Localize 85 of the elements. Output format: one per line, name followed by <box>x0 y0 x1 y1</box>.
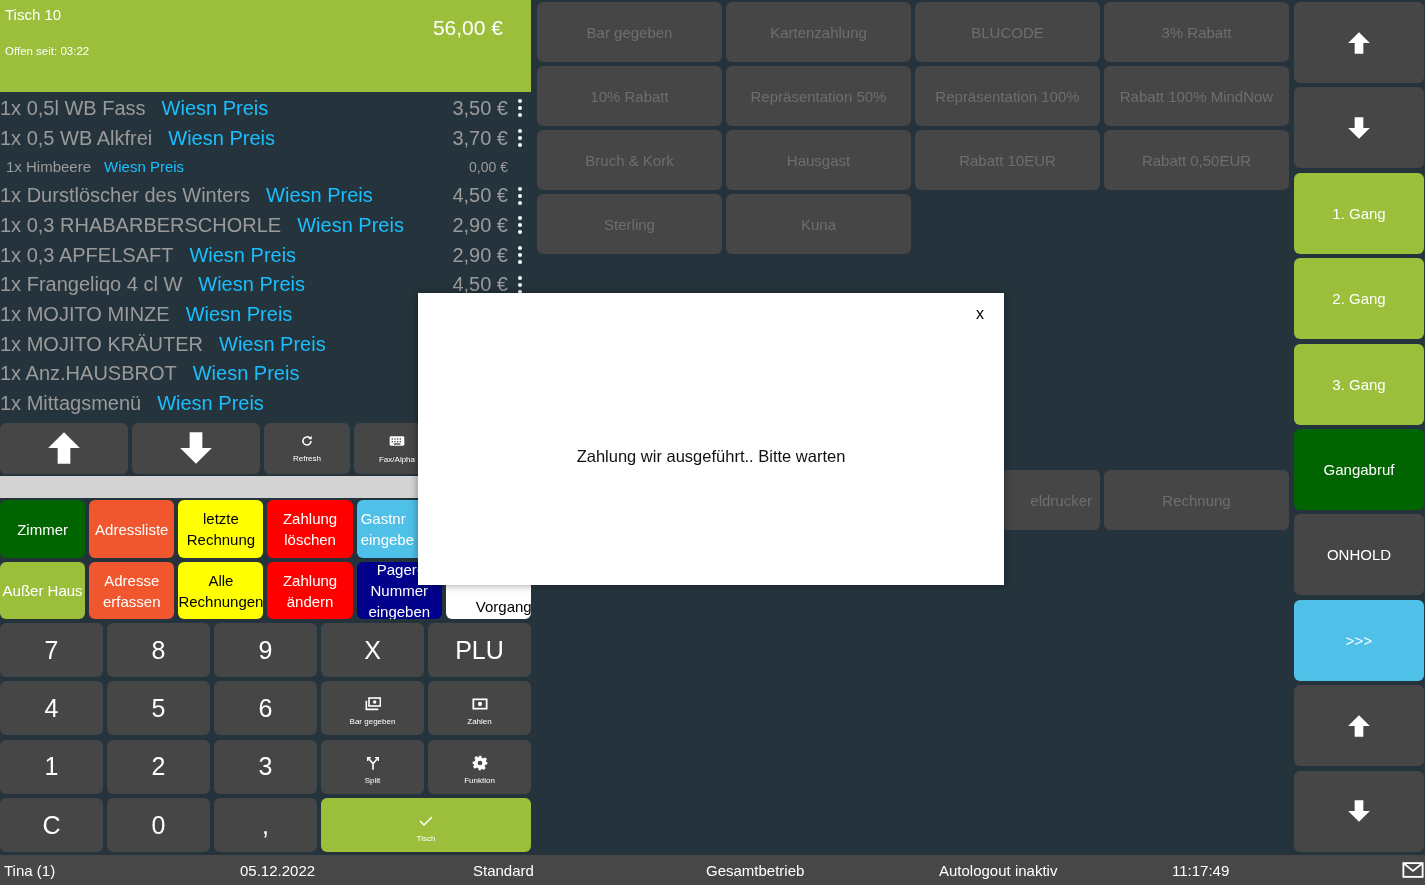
refresh-button[interactable]: Refresh <box>264 422 350 475</box>
keypad-key[interactable]: X <box>321 623 424 678</box>
function-button[interactable]: Zahlung löschen <box>267 500 353 559</box>
keypad-key[interactable]: , <box>214 798 317 852</box>
scroll-down-button[interactable] <box>132 422 260 475</box>
function-button[interactable]: Adressliste <box>89 500 175 559</box>
price-tag: Wiesn Preis <box>168 126 275 150</box>
item-name[interactable]: 1x Himbeere <box>6 158 92 176</box>
price-tag: Wiesn Preis <box>219 332 326 356</box>
item-name[interactable]: 1x 0,5 WB Alkfrei <box>0 126 153 150</box>
clock-time: 11:17:49 <box>1172 861 1231 879</box>
function-button[interactable]: Zahlung ändern <box>267 562 353 620</box>
keypad-key[interactable]: PLU <box>428 623 531 678</box>
pay-button[interactable]: Zahlen <box>428 681 531 736</box>
arrow-down-icon <box>1346 798 1372 824</box>
item-price: 3,70 € <box>452 126 508 150</box>
scroll-up-button[interactable] <box>0 422 128 475</box>
keypad-key[interactable]: C <box>0 798 103 852</box>
area-text: Gesamtbetrieb <box>706 861 806 879</box>
item-price: 4,50 € <box>452 273 508 297</box>
keypad-key[interactable]: 4 <box>0 681 103 736</box>
order-total: 56,00 € <box>432 16 503 41</box>
more-icon[interactable] <box>518 275 522 294</box>
keypad-key[interactable]: 8 <box>107 623 210 678</box>
function-key-button[interactable]: Funktion <box>428 739 531 794</box>
price-tag: Wiesn Preis <box>189 243 297 267</box>
function-button[interactable]: Zimmer <box>0 500 86 559</box>
price-tag: Wiesn Preis <box>297 213 404 237</box>
more-icon[interactable] <box>518 186 522 205</box>
mode-text: Standard <box>473 861 535 879</box>
item-name[interactable]: 1x 0,3 APFELSAFT <box>0 243 174 267</box>
item-name[interactable]: 1x Anz.HAUSBROT <box>0 362 177 386</box>
course-button[interactable]: ONHOLD <box>1294 514 1424 596</box>
item-name[interactable]: 1x Durstlöscher des Winters <box>0 184 251 208</box>
cash-given-button[interactable]: Bar gegeben <box>321 681 424 736</box>
price-tag: Wiesn Preis <box>192 362 300 386</box>
gear-icon <box>471 754 488 771</box>
cash-stack-icon <box>364 696 381 713</box>
keypad-key[interactable]: 6 <box>214 681 317 736</box>
keypad-key[interactable]: 7 <box>0 623 103 678</box>
item-name[interactable]: 1x Frangeliqo 4 cl W <box>0 273 183 297</box>
keypad-key[interactable]: 2 <box>107 739 210 794</box>
check-icon <box>418 813 434 829</box>
item-name[interactable]: 1x Mittagsmenü <box>0 392 142 416</box>
close-button[interactable]: x <box>976 305 984 323</box>
more-icon[interactable] <box>518 246 522 265</box>
autologout-status: Autologout inaktiv <box>939 861 1059 879</box>
price-tag: Wiesn Preis <box>185 302 293 326</box>
banknote-icon <box>471 696 488 713</box>
price-tag: Wiesn Preis <box>157 392 264 416</box>
mail-icon[interactable] <box>1402 859 1424 881</box>
price-tag: Wiesn Preis <box>266 184 373 208</box>
keypad-key[interactable]: 0 <box>107 798 210 852</box>
item-price: 0,00 € <box>469 158 508 175</box>
split-button[interactable]: Split <box>321 739 424 794</box>
split-arrow-icon <box>364 754 381 771</box>
keypad-key[interactable]: 1 <box>0 739 103 794</box>
item-name[interactable]: 1x 0,3 RHABARBERSCHORLE <box>0 213 282 237</box>
item-price: 3,50 € <box>452 96 508 120</box>
item-price: 2,90 € <box>452 243 508 267</box>
more-icon[interactable] <box>518 129 522 148</box>
function-button[interactable]: Alle Rechnungen <box>178 562 264 620</box>
price-tag: Wiesn Preis <box>104 158 185 176</box>
item-name[interactable]: 1x 0,5l WB Fass <box>0 96 146 120</box>
item-name[interactable]: 1x MOJITO KRÄUTER <box>0 332 203 356</box>
item-name[interactable]: 1x MOJITO MINZE <box>0 302 170 326</box>
open-time: Offen seit: 03:22 <box>5 45 91 57</box>
more-icon[interactable] <box>518 99 522 118</box>
dialog-message: Zahlung wir ausgeführt.. Bitte warten <box>576 447 846 466</box>
date-text: 05.12.2022 <box>240 861 317 879</box>
user-name: Tina (1) <box>4 861 57 879</box>
table-name: Tisch 10 <box>5 6 63 23</box>
item-price: 4,50 € <box>452 184 508 208</box>
price-tag: Wiesn Preis <box>161 96 269 120</box>
refresh-icon <box>300 433 314 448</box>
arrow-down-icon <box>1346 114 1372 141</box>
item-price: 2,90 € <box>452 213 508 237</box>
keypad-key[interactable]: 9 <box>214 623 317 678</box>
function-button[interactable]: Adresse erfassen <box>89 562 175 620</box>
function-button[interactable]: letzte Rechnung <box>178 500 264 559</box>
more-icon[interactable] <box>518 216 522 235</box>
keypad-key[interactable]: 5 <box>107 681 210 736</box>
keypad-key[interactable]: 3 <box>214 739 317 794</box>
price-tag: Wiesn Preis <box>198 273 305 297</box>
course-button[interactable]: Gangabruf <box>1294 428 1424 510</box>
